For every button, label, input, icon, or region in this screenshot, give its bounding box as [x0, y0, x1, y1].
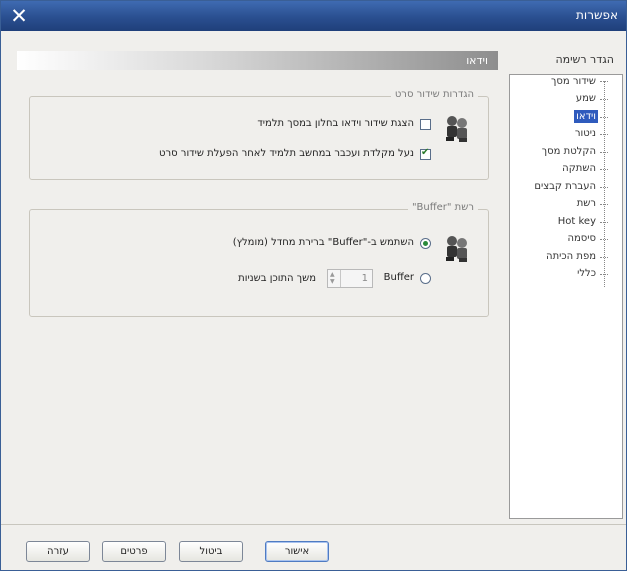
show-video-window-label: הצגת שידור וידאו בחלון במסך תלמיד	[257, 118, 414, 129]
nav-item-file-transfer[interactable]: העברת קבצים	[532, 180, 598, 193]
stepper-value: 1	[361, 273, 368, 284]
nav-item-network[interactable]: רשת	[575, 197, 598, 210]
nav-header: הגדר רשימה	[555, 53, 614, 66]
tree-tick	[600, 117, 608, 118]
tree-tick	[600, 274, 608, 275]
chevron-down-icon[interactable]: ▼	[330, 278, 335, 285]
lock-keyboard-mouse-label: נעל מקלדת ועכבר במחשב תלמיד לאחר הפעלת ש…	[159, 148, 414, 159]
help-button[interactable]: עזרה	[26, 541, 90, 562]
details-button[interactable]: פרטים	[102, 541, 166, 562]
default-buffer-radio[interactable]	[420, 238, 431, 249]
group-broadcast-settings: הגדרות שידור סרט	[29, 89, 489, 180]
nav-item-mute[interactable]: השתקה	[560, 162, 598, 175]
section-title: וידאו	[466, 54, 488, 67]
nav-item-screen-record[interactable]: הקלטת מסך	[540, 145, 598, 158]
tree-tick	[600, 222, 608, 223]
nav-item-general[interactable]: כללי	[575, 267, 598, 280]
window-title: אפשרות	[576, 8, 618, 22]
nav-tree[interactable]: שידור מסך שמע וידאו ניטור הקלטת מסך השתק…	[509, 74, 623, 519]
stepper-arrows[interactable]: ▲ ▼	[328, 270, 341, 287]
ok-button[interactable]: אישור	[265, 541, 329, 562]
tree-tick	[600, 152, 608, 153]
tree-tick	[600, 81, 608, 82]
nav-item-hotkey[interactable]: Hot key	[556, 215, 598, 228]
nav-item-screen-broadcast[interactable]: שידור מסך	[549, 75, 598, 88]
title-bar[interactable]: ✕ אפשרות	[1, 1, 626, 31]
group-buffer-network: רשת "Buffer"	[29, 202, 489, 317]
lock-keyboard-mouse-checkbox[interactable]	[420, 147, 431, 160]
default-buffer-label: השתמש ב-"Buffer" ברירת מחדל (מומלץ)	[232, 237, 414, 248]
group-label: הגדרות שידור סרט	[390, 89, 478, 100]
show-video-window-checkbox[interactable]	[420, 119, 431, 130]
nav-item-password[interactable]: סיסמה	[565, 232, 598, 245]
nav-item-video[interactable]: וידאו	[574, 110, 598, 123]
tree-tick	[600, 169, 608, 170]
close-icon[interactable]: ✕	[7, 4, 31, 28]
tree-tick	[600, 134, 608, 135]
nav-item-monitor[interactable]: ניטור	[573, 127, 598, 140]
nav-item-class-map[interactable]: מפת הכיתה	[544, 250, 598, 263]
custom-buffer-label: Buffer	[383, 272, 414, 283]
custom-buffer-radio[interactable]	[420, 273, 431, 284]
tree-tick	[600, 99, 608, 100]
group-label: רשת "Buffer"	[407, 202, 478, 213]
users-icon	[446, 116, 467, 142]
cancel-button[interactable]: ביטול	[179, 541, 243, 562]
chevron-up-icon[interactable]: ▲	[330, 271, 335, 278]
tree-tick	[600, 187, 608, 188]
section-header: וידאו	[17, 51, 498, 70]
footer-divider	[1, 524, 626, 525]
duration-label: משך התוכן בשניות	[238, 273, 316, 284]
users-icon	[446, 236, 467, 262]
tree-tick	[600, 204, 608, 205]
options-window: ✕ אפשרות הגדר רשימה שידור מסך שמע וידאו …	[0, 0, 627, 571]
tree-tick	[600, 257, 608, 258]
buffer-seconds-stepper[interactable]: ▲ ▼ 1	[327, 269, 373, 288]
nav-item-audio[interactable]: שמע	[574, 92, 598, 105]
tree-tick	[600, 239, 608, 240]
